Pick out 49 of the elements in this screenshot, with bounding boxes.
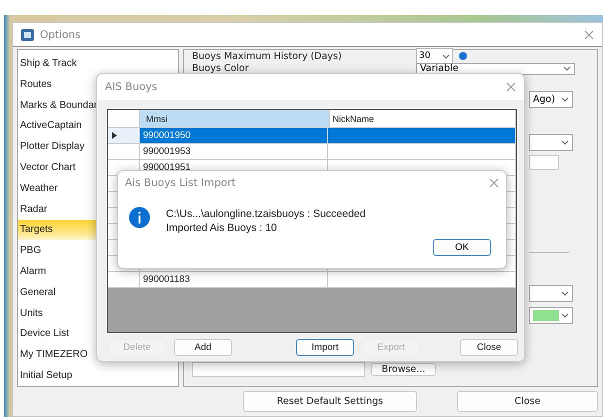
mmsi-cell[interactable]: 990001183 bbox=[140, 272, 328, 288]
dialog-button[interactable]: Close bbox=[460, 339, 518, 356]
mmsi-cell[interactable]: 990001953 bbox=[140, 144, 328, 160]
dropdown-select[interactable] bbox=[529, 134, 573, 150]
dialog-title: AIS Buoys bbox=[105, 81, 158, 93]
close-icon[interactable] bbox=[506, 82, 516, 92]
message-box-title: Ais Buoys List Import bbox=[125, 177, 237, 189]
slider-thumb-icon[interactable] bbox=[459, 52, 467, 60]
input-field[interactable] bbox=[529, 154, 559, 170]
chevron-down-icon bbox=[442, 54, 450, 58]
close-icon[interactable] bbox=[584, 30, 594, 40]
history-spinner[interactable]: 30 bbox=[416, 48, 453, 64]
chevron-down-icon bbox=[561, 312, 569, 318]
chevron-down-icon bbox=[561, 96, 569, 102]
corner-header-cell bbox=[108, 110, 140, 128]
reset-default-settings-button[interactable]: Reset Default Settings bbox=[243, 391, 417, 412]
info-icon bbox=[129, 207, 150, 228]
nickname-cell[interactable] bbox=[328, 144, 516, 160]
close-button[interactable]: Close bbox=[457, 391, 598, 412]
file-path-field[interactable] bbox=[192, 362, 365, 376]
row-header-cell[interactable] bbox=[108, 272, 140, 288]
column-header[interactable]: NickName bbox=[330, 110, 516, 128]
ok-button[interactable]: OK bbox=[433, 239, 491, 256]
color-select[interactable] bbox=[529, 306, 573, 324]
message-text: Imported Ais Buoys : 10 bbox=[166, 221, 278, 235]
column-header[interactable]: Mmsi bbox=[140, 110, 330, 128]
dialog-button[interactable]: Import bbox=[296, 339, 354, 356]
color-select[interactable]: Variable bbox=[416, 62, 575, 74]
sidebar-item[interactable]: Initial Setup bbox=[18, 365, 178, 386]
row-header-cell[interactable] bbox=[108, 144, 140, 160]
chevron-down-icon bbox=[561, 140, 569, 144]
message-text: C:\Us...\aulongline.tzaisbuoys : Succeeded bbox=[166, 207, 366, 221]
sidebar-item[interactable]: Ship & Track bbox=[18, 53, 178, 74]
time-select[interactable]: Ago) bbox=[529, 90, 573, 108]
nickname-cell[interactable] bbox=[328, 272, 516, 288]
row-header-cell[interactable] bbox=[108, 128, 140, 144]
chevron-down-icon bbox=[561, 290, 569, 296]
close-icon[interactable] bbox=[489, 178, 499, 188]
setting-label: Buoys Color bbox=[192, 63, 250, 74]
window-title: Options bbox=[40, 28, 82, 40]
dialog-button[interactable]: Add bbox=[174, 339, 232, 356]
app-icon bbox=[21, 28, 34, 40]
dropdown-select[interactable] bbox=[529, 284, 573, 302]
chevron-down-icon bbox=[563, 66, 571, 71]
setting-label: Buoys Maximum History (Days) bbox=[192, 50, 343, 62]
mmsi-cell[interactable]: 990001950 bbox=[140, 128, 328, 144]
color-swatch bbox=[533, 310, 559, 320]
nickname-cell[interactable] bbox=[328, 128, 516, 144]
browse-button[interactable]: Browse... bbox=[371, 362, 436, 376]
